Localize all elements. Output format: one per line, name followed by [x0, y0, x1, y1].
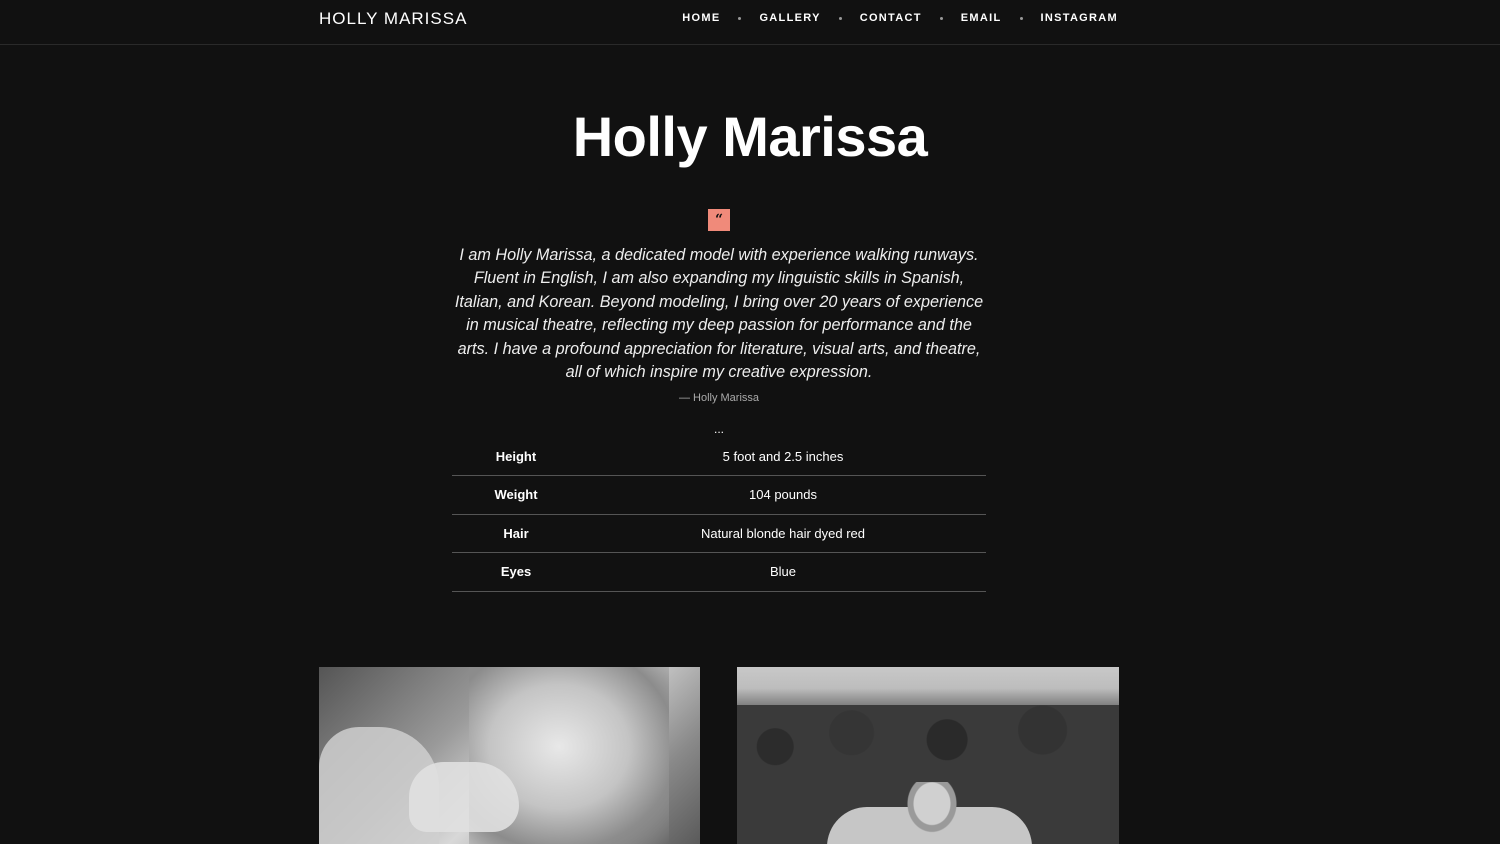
- stat-label: Height: [495, 448, 537, 464]
- table-row: Hair Natural blonde hair dyed red: [452, 514, 986, 553]
- nav-separator-dot: [838, 16, 842, 20]
- gallery-photo-portrait[interactable]: [319, 667, 700, 844]
- top-navigation-bar: HOLLY MARISSA HOME GALLERY CONTACT EMAIL…: [0, 0, 1500, 45]
- nav-home-link[interactable]: HOME: [682, 12, 720, 24]
- stat-value: 5 foot and 2.5 inches: [722, 448, 844, 464]
- table-row: Height 5 foot and 2.5 inches: [452, 437, 986, 476]
- nav-separator-dot: [939, 16, 943, 20]
- nav-gallery-link[interactable]: GALLERY: [759, 12, 820, 24]
- page-title: Holly Marissa: [572, 105, 928, 168]
- brand-logo-link[interactable]: HOLLY MARISSA: [319, 9, 467, 29]
- photo-detail-person: [897, 782, 967, 844]
- stat-value: 104 pounds: [749, 487, 817, 503]
- quote-icon: “: [708, 209, 730, 231]
- nav-separator-dot: [738, 16, 742, 20]
- table-row: Eyes Blue: [452, 553, 986, 591]
- stat-value: Natural blonde hair dyed red: [700, 525, 866, 541]
- main-nav: HOME GALLERY CONTACT EMAIL INSTAGRAM: [682, 12, 1118, 24]
- bio-quote: I am Holly Marissa, a dedicated model wi…: [454, 246, 984, 382]
- nav-contact-link[interactable]: CONTACT: [860, 12, 922, 24]
- gallery-photo-outdoor[interactable]: [737, 667, 1119, 844]
- measurements-table: Height 5 foot and 2.5 inches Weight 104 …: [452, 437, 986, 592]
- table-row: Weight 104 pounds: [452, 476, 986, 514]
- photo-detail-hand: [409, 762, 519, 832]
- section-ellipsis: ...: [713, 422, 724, 436]
- stat-value: Blue: [769, 564, 797, 580]
- stat-label: Eyes: [500, 564, 532, 580]
- stat-label: Hair: [503, 525, 529, 541]
- nav-email-link[interactable]: EMAIL: [961, 12, 1002, 24]
- nav-instagram-link[interactable]: INSTAGRAM: [1041, 12, 1119, 24]
- quote-attribution: — Holly Marissa: [678, 392, 760, 404]
- stat-label: Weight: [494, 487, 538, 503]
- nav-separator-dot: [1019, 16, 1023, 20]
